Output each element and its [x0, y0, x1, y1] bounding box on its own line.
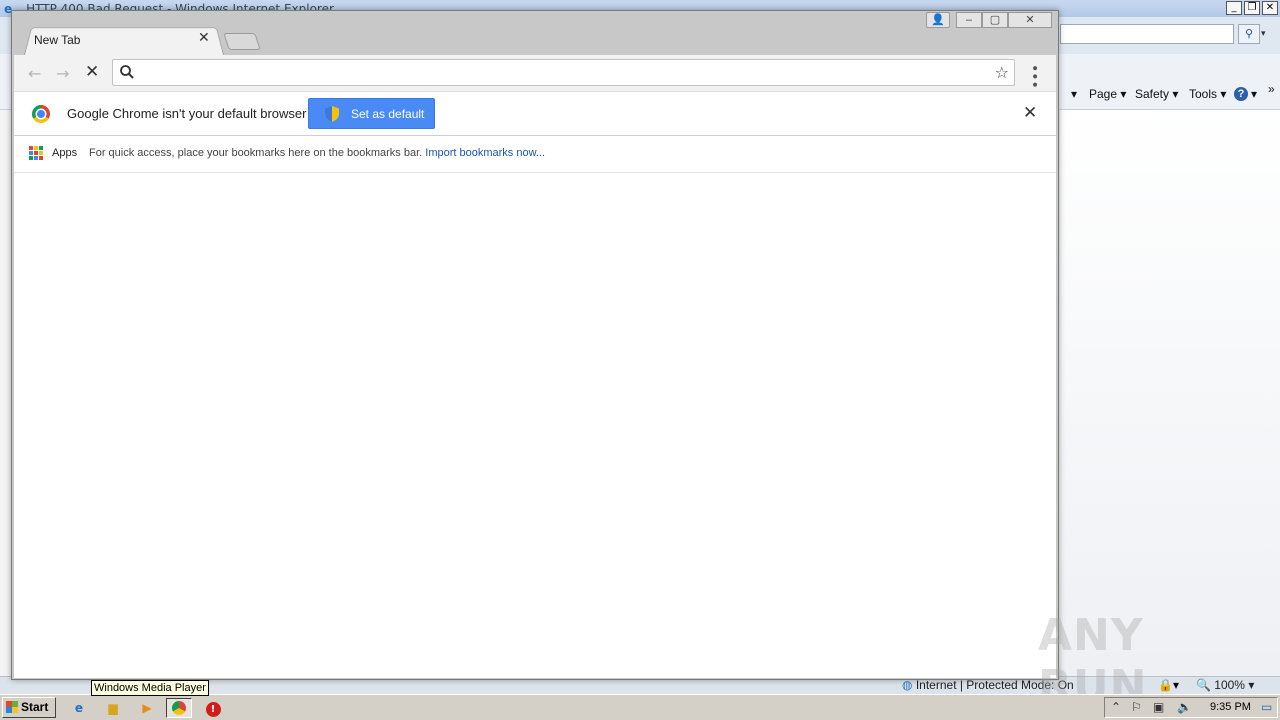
show-desktop-icon[interactable]: ▭ [1261, 700, 1272, 714]
chevron-right-icon[interactable]: » [1268, 82, 1275, 96]
bookmarks-hint: For quick access, place your bookmarks h… [89, 147, 545, 159]
network-icon[interactable]: ▣ [1153, 700, 1164, 714]
tab-close-icon[interactable]: ✕ [198, 30, 210, 46]
apps-grid-icon[interactable] [29, 146, 43, 160]
minimize-icon[interactable]: _ [1226, 1, 1242, 15]
watermark: ANY RUN [1038, 610, 1148, 712]
chrome-window: 👤 ‒ ▢ ✕ New Tab ✕ ← → ✕ ☆ ••• Google Chr… [11, 10, 1059, 680]
default-browser-infobar: Google Chrome isn't your default browser… [14, 91, 1056, 136]
explorer-folder-icon[interactable]: ▆ [100, 698, 126, 718]
start-button[interactable]: Start [2, 697, 56, 718]
media-player-icon[interactable]: ▶ [134, 698, 160, 718]
chrome-window-controls: 👤 ‒ ▢ ✕ [926, 12, 1052, 28]
chevron-down-icon[interactable]: ▾ [1071, 87, 1077, 101]
chrome-taskbar-icon[interactable] [166, 698, 192, 718]
omnibox-input[interactable]: ☆ [112, 59, 1015, 86]
apps-shortcut[interactable]: Apps [52, 147, 77, 159]
lock-icon[interactable]: 🔒▾ [1158, 678, 1179, 692]
infobar-close-icon[interactable]: ✕ [1023, 103, 1037, 123]
stop-sign-icon[interactable]: ! [200, 698, 226, 718]
infobar-message: Google Chrome isn't your default browser [67, 106, 307, 121]
ie-zoom-level[interactable]: 🔍 100% ▾ [1196, 678, 1254, 692]
tray-expand-icon[interactable]: ⌃ [1111, 700, 1121, 714]
ie-page-menu[interactable]: Page ▾ [1089, 87, 1126, 101]
search-icon [120, 65, 134, 79]
chrome-toolbar: ← → ✕ ☆ ••• [14, 55, 1056, 91]
page-content [14, 173, 1056, 678]
chevron-down-icon[interactable]: ▾ [1261, 24, 1273, 44]
tab-label: New Tab [34, 33, 81, 47]
profile-icon[interactable]: 👤 [926, 12, 950, 28]
chrome-logo-icon [32, 105, 50, 123]
system-tray: ⌃ ⚐ ▣ 🔈 9:35 PM ▭ [1104, 697, 1278, 718]
forward-arrow-icon[interactable]: → [56, 64, 69, 83]
back-arrow-icon[interactable]: ← [28, 64, 41, 83]
ie-tools-label: Tools [1189, 87, 1218, 101]
set-as-default-label: Set as default [351, 107, 425, 121]
shield-icon [325, 106, 339, 122]
bookmark-star-icon[interactable]: ☆ [995, 63, 1009, 82]
close-icon[interactable]: ✕ [1008, 12, 1052, 28]
windows-flag-icon [6, 701, 18, 713]
ie-zoom-text: 100% [1214, 678, 1245, 692]
new-tab-button[interactable] [223, 33, 261, 50]
import-bookmarks-link[interactable]: Import bookmarks now... [425, 147, 545, 159]
help-icon[interactable]: ? [1234, 87, 1248, 101]
start-label: Start [21, 700, 49, 714]
ie-safety-menu[interactable]: Safety ▾ [1135, 87, 1178, 101]
ie-taskbar-icon[interactable]: e [66, 698, 92, 718]
restore-icon[interactable]: ❐ [1244, 1, 1260, 15]
ie-tools-menu[interactable]: Tools ▾ [1189, 87, 1226, 101]
ie-window-controls: _ ❐ ✕ [1226, 1, 1278, 15]
close-icon[interactable]: ✕ [1262, 1, 1278, 15]
stop-loading-icon[interactable]: ✕ [85, 62, 99, 82]
ie-page-label: Page [1089, 87, 1118, 101]
minimize-icon[interactable]: ‒ [956, 12, 982, 28]
action-center-flag-icon[interactable]: ⚐ [1131, 700, 1142, 714]
clock[interactable]: 9:35 PM [1210, 701, 1251, 713]
search-icon[interactable]: ⚲ [1238, 24, 1260, 44]
bookmarks-hint-text: For quick access, place your bookmarks h… [89, 147, 423, 159]
bookmarks-bar: Apps For quick access, place your bookma… [14, 136, 1056, 173]
ie-content-area [1060, 110, 1280, 676]
volume-icon[interactable]: 🔈 [1177, 700, 1192, 714]
globe-icon: ◍ [902, 678, 913, 692]
menu-kebab-icon[interactable]: ••• [1026, 64, 1042, 89]
ie-safety-label: Safety [1135, 87, 1170, 101]
set-as-default-button[interactable]: Set as default [308, 98, 435, 129]
taskbar: Start e ▆ ▶ ! ⌃ ⚐ ▣ 🔈 9:35 PM ▭ [0, 694, 1280, 720]
taskbar-tooltip: Windows Media Player [91, 680, 209, 696]
maximize-icon[interactable]: ▢ [982, 12, 1008, 28]
ie-search-input[interactable] [1060, 24, 1234, 44]
chevron-down-icon[interactable]: ▾ [1251, 87, 1257, 101]
